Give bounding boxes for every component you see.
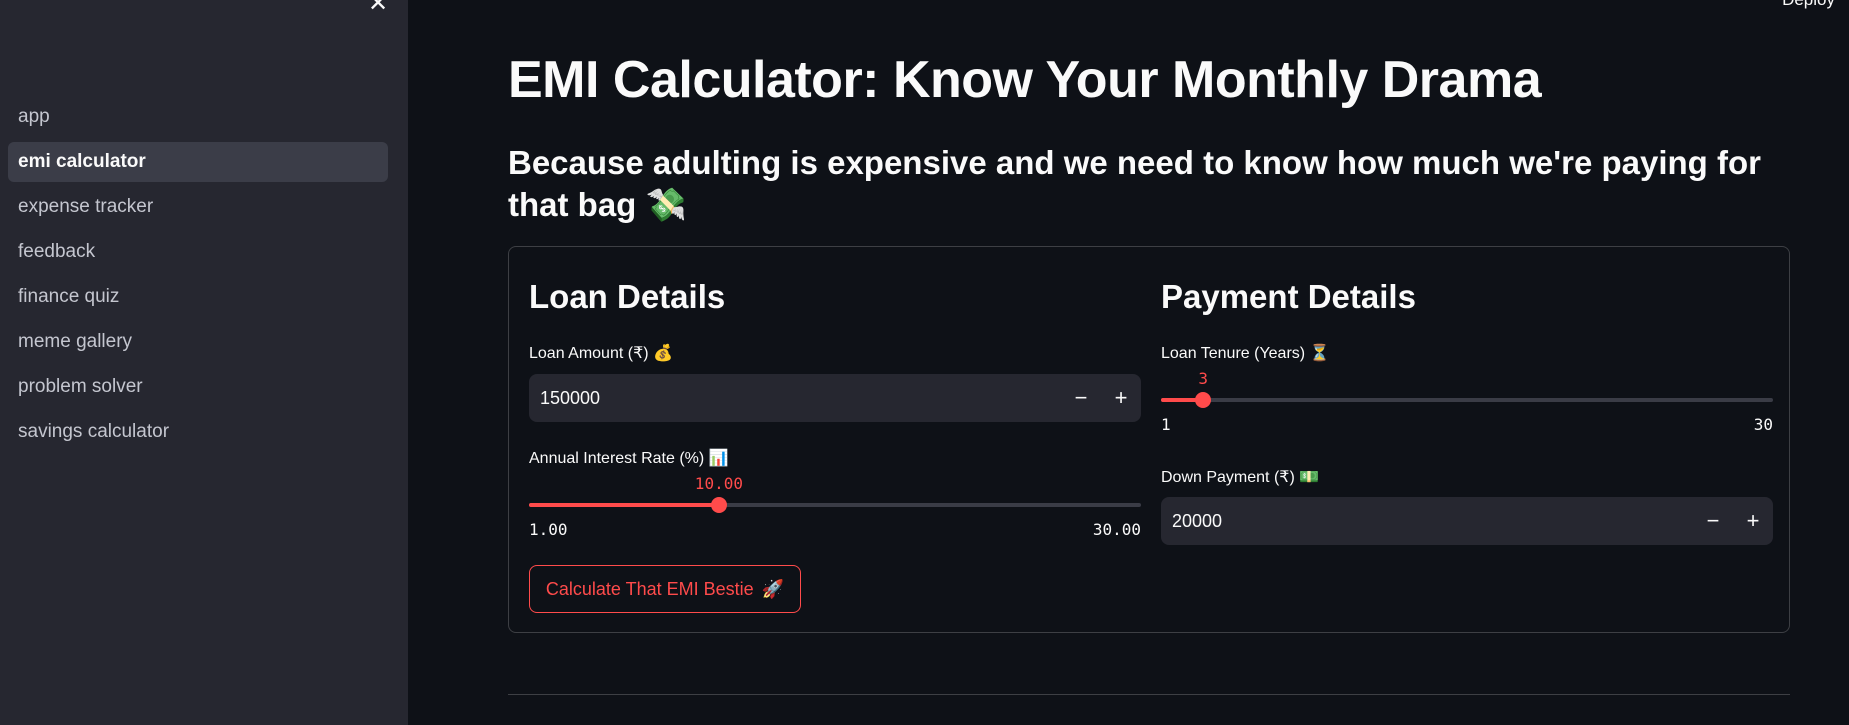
slider-value-label: 3: [1198, 369, 1209, 388]
loan-amount-label: Loan Amount (₹) 💰: [529, 343, 673, 363]
loan-tenure-slider[interactable]: 3 1 30: [1161, 369, 1773, 439]
payment-details-heading: Payment Details: [1161, 278, 1416, 315]
sidebar-item-problem-solver[interactable]: problem solver: [8, 367, 388, 407]
sidebar-item-app[interactable]: app: [8, 97, 388, 137]
rocket-icon: 🚀: [761, 578, 785, 600]
sidebar-item-savings-calculator[interactable]: savings calculator: [8, 412, 388, 452]
loan-tenure-label: Loan Tenure (Years) ⏳: [1161, 343, 1329, 363]
calculate-emi-button[interactable]: Calculate That EMI Bestie 🚀: [529, 565, 801, 613]
sidebar-nav: app emi calculator expense tracker feedb…: [8, 97, 388, 457]
sidebar-item-expense-tracker[interactable]: expense tracker: [8, 187, 388, 227]
slider-fill: [529, 503, 719, 507]
loan-amount-input[interactable]: [529, 374, 1061, 422]
calculator-card: Loan Details Loan Amount (₹) 💰 − + Annua…: [508, 246, 1790, 633]
bar-chart-icon: 📊: [708, 448, 729, 467]
down-payment-decrement-button[interactable]: −: [1693, 497, 1733, 545]
money-bag-icon: 💰: [653, 343, 673, 362]
down-payment-label-text: Down Payment (₹): [1161, 469, 1295, 486]
slider-thumb[interactable]: [710, 497, 727, 513]
down-payment-input-group: − +: [1161, 497, 1773, 545]
deploy-button[interactable]: Deploy: [1782, 0, 1835, 10]
slider-max-label: 30.00: [1092, 520, 1141, 539]
slider-value-label: 10.00: [694, 474, 743, 493]
sidebar-item-finance-quiz[interactable]: finance quiz: [8, 277, 388, 317]
app-root: ✕ app emi calculator expense tracker fee…: [0, 0, 1849, 725]
loan-amount-increment-button[interactable]: +: [1101, 374, 1141, 422]
dollar-banknote-icon: 💵: [1299, 467, 1320, 486]
down-payment-label: Down Payment (₹) 💵: [1161, 467, 1319, 487]
close-sidebar-icon[interactable]: ✕: [364, 0, 392, 16]
sidebar-item-feedback[interactable]: feedback: [8, 232, 388, 272]
interest-rate-label: Annual Interest Rate (%) 📊: [529, 448, 729, 468]
sidebar: ✕ app emi calculator expense tracker fee…: [0, 0, 408, 725]
section-divider: [508, 694, 1790, 695]
interest-rate-label-text: Annual Interest Rate (%): [529, 450, 705, 467]
interest-rate-slider[interactable]: 10.00 1.00 30.00: [529, 474, 1141, 544]
slider-min-label: 1: [1161, 415, 1171, 434]
money-with-wings-icon: 💸: [645, 185, 687, 224]
loan-details-heading: Loan Details: [529, 278, 726, 315]
sidebar-item-emi-calculator[interactable]: emi calculator: [8, 142, 388, 182]
calculate-emi-button-label: Calculate That EMI Bestie: [545, 578, 754, 599]
slider-thumb[interactable]: [1195, 392, 1212, 408]
down-payment-input[interactable]: [1161, 497, 1693, 545]
subtitle-text: Because adulting is expensive and we nee…: [508, 144, 1761, 223]
slider-min-label: 1.00: [529, 520, 568, 539]
page-title: EMI Calculator: Know Your Monthly Drama: [508, 51, 1542, 109]
slider-max-label: 30: [1753, 415, 1773, 434]
slider-track: [1161, 398, 1773, 402]
loan-tenure-label-text: Loan Tenure (Years): [1161, 345, 1306, 362]
loan-amount-label-text: Loan Amount (₹): [529, 345, 649, 362]
hourglass-icon: ⏳: [1309, 343, 1330, 362]
sidebar-item-meme-gallery[interactable]: meme gallery: [8, 322, 388, 362]
page-subtitle: Because adulting is expensive and we nee…: [508, 142, 1790, 226]
down-payment-increment-button[interactable]: +: [1733, 497, 1773, 545]
loan-amount-input-group: − +: [529, 374, 1141, 422]
loan-amount-decrement-button[interactable]: −: [1061, 374, 1101, 422]
